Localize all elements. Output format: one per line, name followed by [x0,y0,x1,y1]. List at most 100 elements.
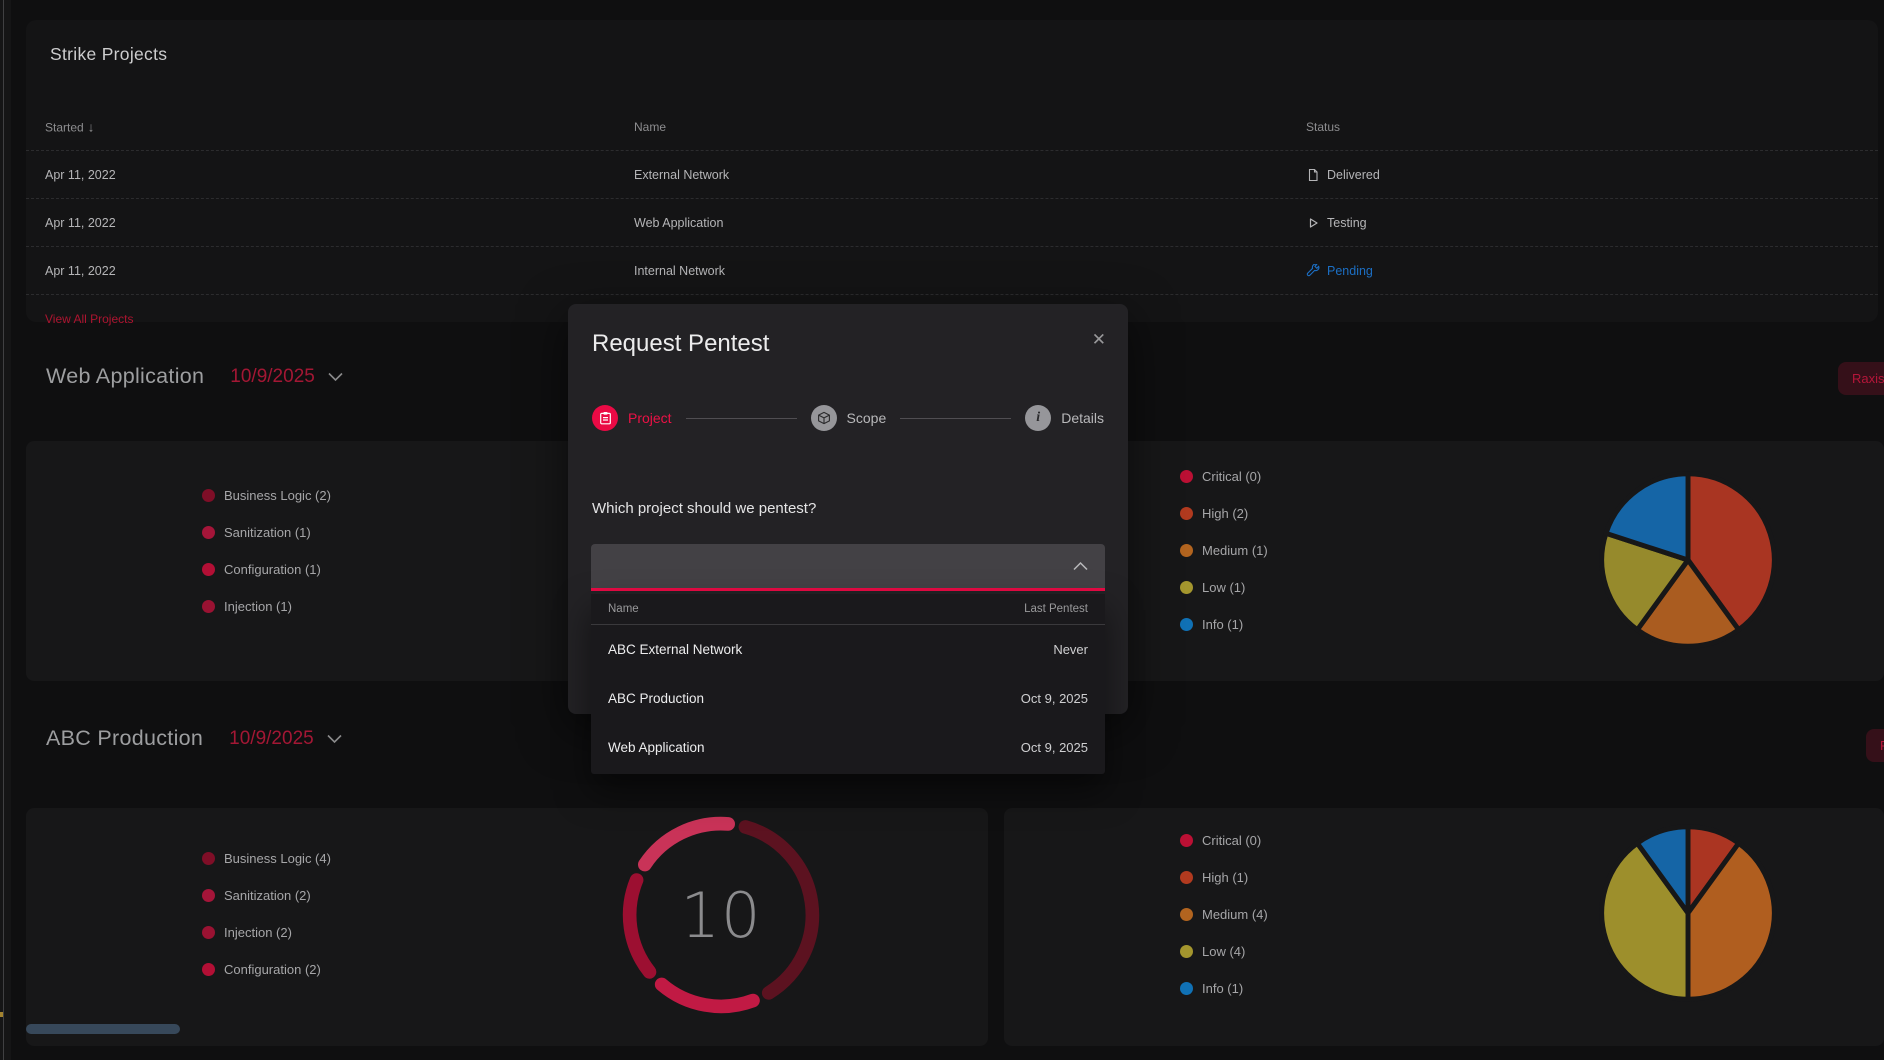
play-icon [1306,216,1320,230]
section-title: ABC Production [46,726,203,751]
left-edge-marker [0,1012,3,1017]
strike-projects-title: Strike Projects [50,44,167,65]
section-date: 10/9/2025 [230,366,315,388]
legend-item: Sanitization (2) [202,889,331,902]
legend-dot [1180,871,1193,884]
vuln-type-legend: Business Logic (2) Sanitization (1) Conf… [202,489,331,613]
legend-dot [202,526,215,539]
legend-item: Critical (0) [1180,834,1268,847]
legend-dot [1180,507,1193,520]
window-left-edge [0,0,11,1060]
status-label: Pending [1327,264,1373,278]
total-findings-count: 10 [616,810,826,1020]
step-details[interactable]: i Details [1025,405,1104,431]
legend-item: Info (1) [1180,618,1268,631]
legend-dot [1180,982,1193,995]
legend-item: Configuration (2) [202,963,331,976]
modal-stepper: Project Scope i Details [592,404,1104,432]
info-icon: i [1025,405,1051,431]
project-row-external-network[interactable]: Apr 11, 2022 External Network Delivered [26,150,1878,198]
dropdown-option-web-application[interactable]: Web Application Oct 9, 2025 [591,723,1105,772]
legend-item: Low (4) [1180,945,1268,958]
strike-projects-card: Strike Projects Started↓ Name Status Apr… [26,20,1878,322]
legend-item: Configuration (1) [202,563,331,576]
dashboard-screen: Strike Projects Started↓ Name Status Apr… [0,0,1884,1060]
legend-dot [202,852,215,865]
legend-dot [1180,945,1193,958]
wrench-icon [1306,264,1320,278]
severity-pie-chart [1590,462,1786,658]
project-name: Web Application [634,216,723,230]
status-label: Testing [1327,216,1367,230]
legend-dot [1180,618,1193,631]
column-header-started[interactable]: Started↓ [45,120,94,135]
legend-dot [1180,544,1193,557]
status-badge: Delivered [1306,168,1380,182]
section-date-selector[interactable]: 10/9/2025 [230,366,344,388]
legend-dot [202,889,215,902]
project-select-field[interactable] [591,544,1105,591]
column-header-name[interactable]: Name [634,120,666,134]
legend-item: Business Logic (2) [202,489,331,502]
stepper-connector [686,418,797,419]
raxis-attack-button[interactable]: Raxis A [1838,362,1884,395]
legend-item: Medium (4) [1180,908,1268,921]
column-header-status[interactable]: Status [1306,120,1340,134]
project-started: Apr 11, 2022 [45,264,116,278]
project-started: Apr 11, 2022 [45,216,116,230]
legend-item: Critical (0) [1180,470,1268,483]
legend-dot [202,489,215,502]
raxis-attack-button-2[interactable]: Ra [1866,729,1884,762]
abc-production-severity-panel: Critical (0) High (1) Medium (4) Low (4)… [1004,808,1884,1046]
legend-item: High (1) [1180,871,1268,884]
legend-item: Business Logic (4) [202,852,331,865]
dropdown-col-name: Name [608,603,639,615]
step-scope[interactable]: Scope [811,405,887,431]
web-application-severity-panel: Critical (0) High (2) Medium (1) Low (1)… [1004,441,1884,681]
legend-dot [1180,470,1193,483]
vuln-type-legend: Business Logic (4) Sanitization (2) Inje… [202,852,331,976]
window-left-divider [3,0,4,1060]
legend-dot [1180,908,1193,921]
legend-dot [202,563,215,576]
total-findings-donut-chart: 10 [616,810,826,1020]
legend-item: Sanitization (1) [202,526,331,539]
legend-item: Info (1) [1180,982,1268,995]
view-all-projects-link[interactable]: View All Projects [45,312,133,326]
document-icon [1306,168,1320,182]
status-label: Delivered [1327,168,1380,182]
chevron-down-icon [327,371,344,383]
modal-question: Which project should we pentest? [592,500,816,517]
legend-item: Medium (1) [1180,544,1268,557]
section-date: 10/9/2025 [229,728,314,750]
project-row-web-application[interactable]: Apr 11, 2022 Web Application Testing [26,198,1878,246]
legend-item: Low (1) [1180,581,1268,594]
legend-dot [1180,834,1193,847]
project-row-internal-network[interactable]: Apr 11, 2022 Internal Network Pending [26,246,1878,294]
modal-title: Request Pentest [592,330,769,358]
status-badge: Testing [1306,216,1367,230]
sort-arrow-icon: ↓ [88,120,95,135]
status-badge: Pending [1306,264,1373,278]
legend-item: Injection (1) [202,600,331,613]
horizontal-scrollbar-thumb[interactable] [26,1024,180,1034]
section-header-web-application: Web Application 10/9/2025 [46,364,344,389]
project-name: External Network [634,168,729,182]
legend-dot [202,600,215,613]
section-header-abc-production: ABC Production 10/9/2025 [46,726,343,751]
legend-dot [202,963,215,976]
section-title: Web Application [46,364,204,389]
dropdown-option-abc-external-network[interactable]: ABC External Network Never [591,625,1105,674]
section-date-selector[interactable]: 10/9/2025 [229,728,343,750]
severity-pie-chart [1590,815,1786,1011]
dropdown-option-abc-production[interactable]: ABC Production Oct 9, 2025 [591,674,1105,723]
step-project[interactable]: Project [592,405,672,431]
chevron-up-icon [1072,560,1089,572]
legend-item: High (2) [1180,507,1268,520]
project-select-dropdown: Name Last Pentest ABC External Network N… [591,594,1105,774]
project-started: Apr 11, 2022 [45,168,116,182]
legend-dot [1180,581,1193,594]
legend-item: Injection (2) [202,926,331,939]
close-icon[interactable]: ✕ [1086,324,1112,356]
dropdown-header: Name Last Pentest [591,594,1105,625]
